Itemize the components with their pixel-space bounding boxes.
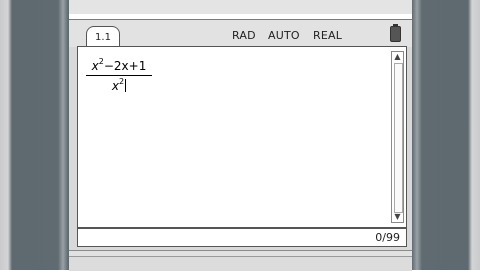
scroll-down-arrow-icon[interactable]: ▼ <box>392 212 403 222</box>
fraction-numerator: x2−2x+1 <box>86 58 152 75</box>
numerator-rest: −2x+1 <box>103 59 147 73</box>
screen-bottom-strip <box>69 256 412 271</box>
scroll-up-arrow-icon[interactable]: ▲ <box>392 52 403 62</box>
real-mode-indicator: REAL <box>313 29 343 42</box>
calculator-screen: 1.1 RAD AUTO REAL x2−2x+1 x2 ▲ ▼ 0/99 <box>69 0 412 271</box>
denominator-exponent: 2 <box>119 77 125 86</box>
history-count: 0/99 <box>375 231 400 244</box>
expression-entry[interactable]: x2−2x+1 x2 <box>86 58 152 93</box>
history-status-bar: 0/99 <box>77 228 407 247</box>
vertical-scrollbar[interactable]: ▲ ▼ <box>391 51 404 223</box>
screen-top-rim <box>69 0 412 15</box>
calc-mode-indicator: AUTO <box>268 29 300 42</box>
text-cursor <box>125 79 127 92</box>
tab-label: 1.1 <box>95 32 111 43</box>
tab-bar: 1.1 RAD AUTO REAL <box>69 20 412 49</box>
calculator-entry-area[interactable]: x2−2x+1 x2 ▲ ▼ <box>77 46 407 228</box>
denominator-variable: x <box>111 79 119 93</box>
scroll-track[interactable] <box>394 63 403 213</box>
angle-mode-indicator: RAD <box>232 29 256 42</box>
fraction-denominator: x2 <box>86 76 152 93</box>
numerator-variable: x <box>91 59 99 73</box>
battery-icon <box>390 24 401 42</box>
